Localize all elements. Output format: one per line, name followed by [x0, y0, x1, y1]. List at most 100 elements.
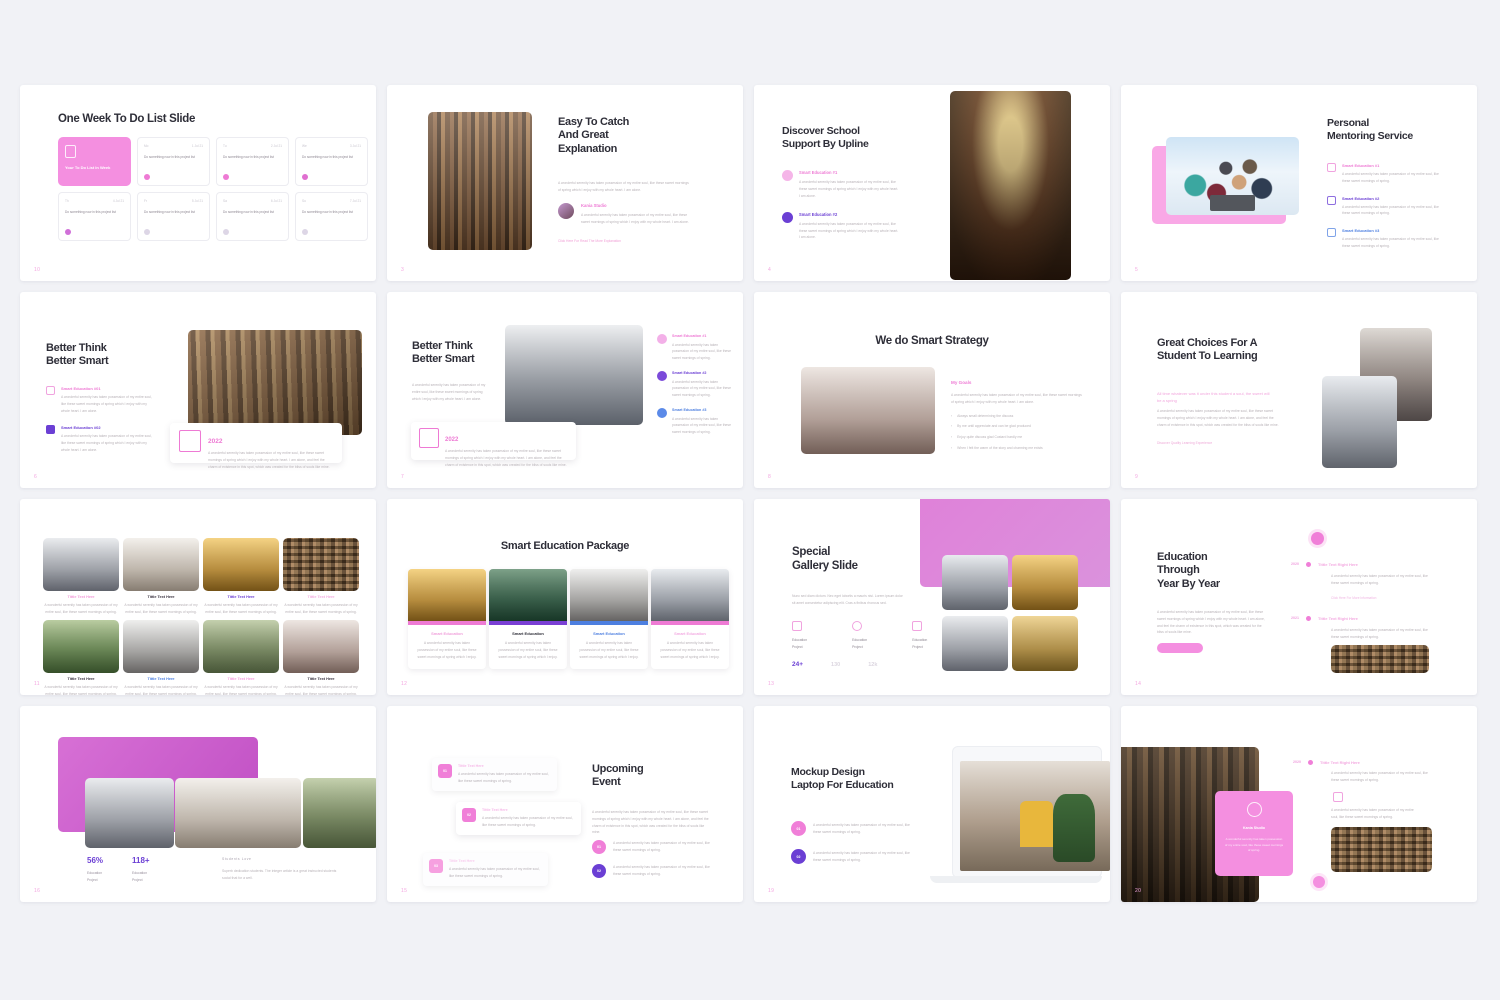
package-card[interactable]: Smart Education A wonderful serenity has…: [570, 569, 648, 669]
slide-number: 6: [34, 474, 37, 480]
gallery-subcaption: A wonderful serenity has taken possessio…: [43, 684, 119, 695]
task-text: Do something now in this project list: [223, 154, 282, 160]
slide-image-gallery[interactable]: Tittle Text Here A wonderful serenity ha…: [20, 499, 376, 695]
task-text: Do something now in this project list: [144, 154, 203, 160]
slide-personal-mentoring[interactable]: Personal Mentoring Service Smart Educati…: [1121, 85, 1477, 281]
slide-smart-strategy[interactable]: We do Smart Strategy My Goals A wonderfu…: [754, 292, 1110, 488]
task-status-dot[interactable]: [223, 229, 229, 235]
goals-subtitle: My Goals: [951, 380, 1082, 387]
timeline-label: Tittle Text Right Here: [1318, 616, 1358, 622]
body-paragraph: A wonderful serenity has taken possessio…: [1157, 609, 1267, 636]
timeline-link[interactable]: Click Here For More Information: [1331, 595, 1376, 601]
package-photo: [651, 569, 729, 621]
timeline-label: Tittle Text Right Here: [1320, 760, 1360, 766]
gallery-caption: Tittle Text Here: [283, 595, 359, 601]
slide-to-do-list[interactable]: One Week To Do List Slide Your To Do Lis…: [20, 85, 376, 281]
slide-better-think-b[interactable]: Better Think Better Smart A wonderful se…: [387, 292, 743, 488]
slide-better-think-a[interactable]: Better Think Better Smart Smart Educatio…: [20, 292, 376, 488]
task-card[interactable]: Mo 1 Jul 21 Do something now in this pro…: [137, 137, 210, 186]
team-photo: [1166, 137, 1299, 215]
stat-value: 12k: [868, 662, 877, 668]
slide-special-gallery[interactable]: Special Gallery Slide Nunc sed diam dict…: [754, 499, 1110, 695]
slide-education-timeline[interactable]: Education Through Year By Year A wonderf…: [1121, 499, 1477, 695]
gallery-item[interactable]: Tittle Text Here A wonderful serenity ha…: [123, 620, 199, 695]
slide-number: 4: [768, 267, 771, 273]
task-text: Do something now in this project list: [302, 209, 361, 215]
event-card[interactable]: 01 Tittle Text Here A wonderful serenity…: [432, 758, 557, 791]
highlight-card[interactable]: Kania Studio A wonderful serenity has ta…: [1215, 791, 1293, 876]
task-card[interactable]: Sa 6 Jul 21 Do something now in this pro…: [216, 192, 289, 241]
page-title: Mockup Design Laptop For Education: [791, 766, 894, 792]
avatar: [558, 203, 574, 219]
page-title: Smart Education Package: [387, 540, 743, 553]
task-card[interactable]: We 3 Jul 21 Do something now in this pro…: [295, 137, 368, 186]
people-icon: [419, 428, 439, 448]
gallery-item[interactable]: Tittle Text Here A wonderful serenity ha…: [203, 538, 279, 615]
gallery-subcaption: A wonderful serenity has taken possessio…: [203, 602, 279, 616]
task-status-dot[interactable]: [65, 229, 71, 235]
gallery-item[interactable]: Tittle Text Here A wonderful serenity ha…: [123, 538, 199, 615]
slide-easy-to-catch[interactable]: Easy To Catch And Great Explanation A wo…: [387, 85, 743, 281]
slide-number: 15: [401, 888, 407, 894]
slide-laptop-mockup[interactable]: Mockup Design Laptop For Education 01 A …: [754, 706, 1110, 902]
feature-text: A wonderful serenity has taken possessio…: [1342, 204, 1447, 218]
author-quote: A wonderful serenity has taken possessio…: [581, 212, 689, 226]
gallery-item[interactable]: Tittle Text Here A wonderful serenity ha…: [203, 620, 279, 695]
bookshelf-photo: [1331, 827, 1432, 872]
task-status-dot[interactable]: [302, 229, 308, 235]
card-title: Kania Studio: [1224, 826, 1284, 830]
stat-label-line2: Project: [852, 644, 867, 651]
todo-highlight-card[interactable]: Your To Do List In Week: [58, 137, 131, 186]
slide-education-package[interactable]: Smart Education Package Smart Education …: [387, 499, 743, 695]
clock-icon: [852, 621, 862, 631]
year-callout-card[interactable]: 2022 A wonderful serenity has taken poss…: [411, 422, 576, 460]
highlight-text: All time whatever was it under this stud…: [1157, 390, 1275, 404]
package-text: A wonderful serenity has taken possessio…: [658, 640, 722, 660]
event-text: A wonderful serenity has taken possessio…: [613, 840, 713, 854]
learn-more-link[interactable]: Discover Quality Learning Experience: [1157, 440, 1212, 447]
intro-paragraph: A wonderful serenity has taken possessio…: [558, 180, 690, 194]
task-card[interactable]: Tu 2 Jul 21 Do something now in this pro…: [216, 137, 289, 186]
package-card[interactable]: Smart Education A wonderful serenity has…: [651, 569, 729, 669]
task-status-dot[interactable]: [302, 174, 308, 180]
bullet-marker: ›: [951, 445, 952, 452]
task-day: Sa: [223, 199, 227, 203]
task-status-dot[interactable]: [144, 174, 150, 180]
bullet-text: Enjoy quite discuss glad Custard hardly …: [957, 434, 1022, 441]
task-card[interactable]: Fr 5 Jul 21 Do something now in this pro…: [137, 192, 210, 241]
lecture-hall-photo: [505, 325, 643, 425]
slide-great-choices[interactable]: Great Choices For A Student To Learning …: [1121, 292, 1477, 488]
slide-number: 13: [768, 681, 774, 687]
item-text: A wonderful serenity has taken possessio…: [813, 850, 913, 864]
package-text: A wonderful serenity has taken possessio…: [496, 640, 560, 660]
cloud-icon: [782, 170, 793, 181]
gallery-item[interactable]: Tittle Text Here A wonderful serenity ha…: [43, 620, 119, 695]
library-photo: [1331, 645, 1429, 673]
feature-text: A wonderful serenity has taken possessio…: [672, 379, 731, 399]
task-status-dot[interactable]: [144, 229, 150, 235]
timeline-dot-icon: [1306, 562, 1311, 567]
event-label: Tittle Text Here: [449, 859, 542, 864]
package-card[interactable]: Smart Education A wonderful serenity has…: [408, 569, 486, 669]
task-card[interactable]: Su 7 Jul 21 Do something now in this pro…: [295, 192, 368, 241]
slide-statistics[interactable]: 56% Education Project 118+ Education Pro…: [20, 706, 376, 902]
stat-label-line1: Education: [132, 870, 222, 877]
stat-label-group: Education Project: [852, 621, 867, 651]
task-status-dot[interactable]: [223, 174, 229, 180]
slide-discover-school[interactable]: Discover School Support By Upline Smart …: [754, 85, 1110, 281]
slide-upcoming-event[interactable]: 01 Tittle Text Here A wonderful serenity…: [387, 706, 743, 902]
stat-label-line1: Education: [792, 637, 807, 644]
gallery-item[interactable]: Tittle Text Here A wonderful serenity ha…: [283, 620, 359, 695]
event-card[interactable]: 02 Tittle Text Here A wonderful serenity…: [456, 802, 581, 835]
read-more-button[interactable]: [1157, 643, 1203, 653]
slide-number: 7: [401, 474, 404, 480]
slide-library-card[interactable]: Kania Studio A wonderful serenity has ta…: [1121, 706, 1477, 902]
task-card[interactable]: Th 4 Jul 21 Do something now in this pro…: [58, 192, 131, 241]
year-callout-card[interactable]: 2022 A wonderful serenity has taken poss…: [170, 423, 342, 463]
gallery-item[interactable]: Tittle Text Here A wonderful serenity ha…: [43, 538, 119, 615]
read-more-link[interactable]: Click Here For Read The More Explanation: [558, 238, 621, 245]
feature-text: A wonderful serenity has taken possessio…: [1342, 171, 1447, 185]
event-card[interactable]: 03 Tittle Text Here A wonderful serenity…: [423, 853, 548, 886]
gallery-item[interactable]: Tittle Text Here A wonderful serenity ha…: [283, 538, 359, 615]
package-card[interactable]: Smart Education A wonderful serenity has…: [489, 569, 567, 669]
